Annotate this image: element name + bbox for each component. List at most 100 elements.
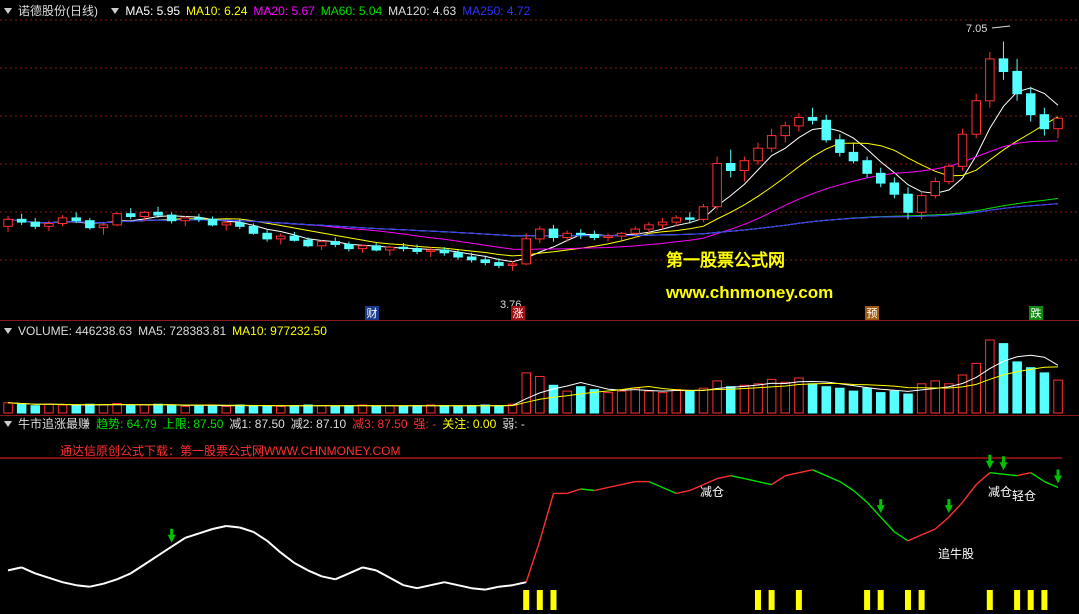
indicator-segment: [907, 534, 922, 542]
candle-body: [207, 218, 218, 226]
volume-bar: [371, 405, 381, 414]
volume-menu-triangle-icon[interactable]: [4, 328, 12, 334]
indicator-segment: [607, 483, 622, 489]
volume-bar: [57, 404, 68, 414]
candle-body: [685, 217, 695, 220]
candle-body: [57, 217, 68, 224]
indicator-note: 通达信原创公式下载：第一股票公式网WWW.CHNMONEY.COM: [60, 444, 401, 458]
candle-body: [521, 238, 531, 265]
indicator-segment: [226, 525, 240, 529]
down-arrow-icon: [944, 499, 953, 514]
candle-body: [1026, 93, 1036, 116]
price-high-pointer: [991, 25, 1011, 29]
event-marker-3: 跌: [1031, 306, 1042, 320]
candle-body: [357, 245, 368, 250]
indicator-segment: [198, 528, 213, 535]
indicator-segment: [471, 587, 486, 591]
indicator-segment: [853, 489, 868, 503]
indicator-segment: [1016, 472, 1031, 477]
volume-bar: [153, 403, 163, 414]
indicator-segment: [894, 531, 909, 542]
indicator-segment: [21, 566, 36, 575]
volume-bar: [126, 405, 136, 414]
volume-bar: [998, 343, 1009, 414]
signal-bar: [536, 590, 543, 610]
down-arrow-icon: [985, 454, 994, 469]
indicator-segment: [539, 493, 555, 541]
indicator-segment: [525, 540, 541, 583]
candle-body: [794, 117, 804, 127]
indicator-segment: [375, 569, 391, 579]
indicator-value-5: 减3: 87.50: [352, 417, 408, 431]
indicator-segment: [498, 584, 513, 588]
volume-bar: [3, 402, 13, 414]
volume-bar: [276, 405, 286, 414]
indicator-segment: [103, 578, 118, 585]
volume-bar: [439, 405, 450, 414]
indicator-segment: [212, 525, 227, 530]
volume-bar: [780, 381, 790, 414]
volume-bar: [1012, 361, 1022, 414]
volume-bar: [139, 404, 150, 414]
candle-body: [535, 228, 545, 240]
indicator-menu-triangle-icon[interactable]: [4, 421, 12, 427]
candle-body: [316, 241, 327, 247]
volume-bar: [644, 390, 654, 414]
candle-body: [344, 243, 354, 250]
signal-bar: [795, 590, 802, 610]
candle-body: [589, 234, 600, 238]
indicator-segment: [444, 581, 459, 587]
indicator-value-3: 减1: 87.50: [229, 417, 285, 431]
indicator-segment: [676, 489, 690, 495]
volume-bar: [289, 405, 300, 414]
candle-body: [1039, 114, 1050, 130]
indicator-segment: [1003, 473, 1018, 477]
price-high-label: 7.05: [966, 23, 987, 35]
indicator-segment: [389, 576, 404, 587]
signal-label-2: 轻仓: [1012, 489, 1036, 503]
volume-bar: [207, 405, 218, 414]
candle-body: [289, 235, 300, 241]
indicator-segment: [48, 576, 63, 584]
candle-body: [1012, 70, 1022, 95]
volume-bar: [657, 392, 668, 414]
candle-body: [180, 217, 190, 222]
down-arrow-icon: [1054, 469, 1062, 484]
indicator-segment: [348, 566, 363, 575]
volume-bar: [330, 405, 340, 414]
signal-label-1: 减仓: [988, 485, 1012, 499]
indicator-segment: [798, 469, 813, 474]
volume-bar: [876, 392, 886, 414]
candle-body: [466, 256, 477, 261]
volume-ma10-line: [7, 366, 1059, 407]
volume-bar: [1026, 367, 1036, 414]
volume-bar: [357, 404, 368, 414]
candle-body: [726, 163, 736, 171]
ma10-line: [7, 116, 1059, 257]
indicator-segment: [1044, 480, 1059, 489]
candle-body: [876, 172, 886, 184]
candle-body: [439, 249, 450, 254]
volume-bar: [562, 390, 572, 414]
indicator-segment: [989, 472, 1004, 475]
volume-bar: [30, 405, 40, 414]
candle-body: [303, 239, 313, 247]
volume-bar: [671, 389, 681, 414]
candle-body: [30, 221, 40, 227]
indicator-value-7: 关注: 0.00: [442, 417, 497, 431]
indicator-segment: [921, 528, 936, 536]
signal-bar: [1014, 590, 1021, 610]
volume-header: VOLUME: 446238.63 MA5: 728383.81 MA10: 977…: [0, 323, 339, 339]
candle-body: [248, 225, 259, 234]
signal-bar: [523, 590, 530, 610]
kline-chart[interactable]: 7.053.76财涨预跌减仓 减仓 轻仓追牛股: [0, 0, 1079, 614]
indicator-segment: [757, 480, 772, 486]
candle-body: [712, 163, 722, 208]
signal-bar: [768, 590, 775, 610]
indicator-segment: [34, 572, 50, 579]
volume-bar: [726, 386, 736, 414]
pane-separator: [0, 320, 1079, 321]
candle-body: [616, 232, 627, 237]
ma250-line: [7, 203, 1059, 237]
indicator-segment: [76, 584, 90, 588]
